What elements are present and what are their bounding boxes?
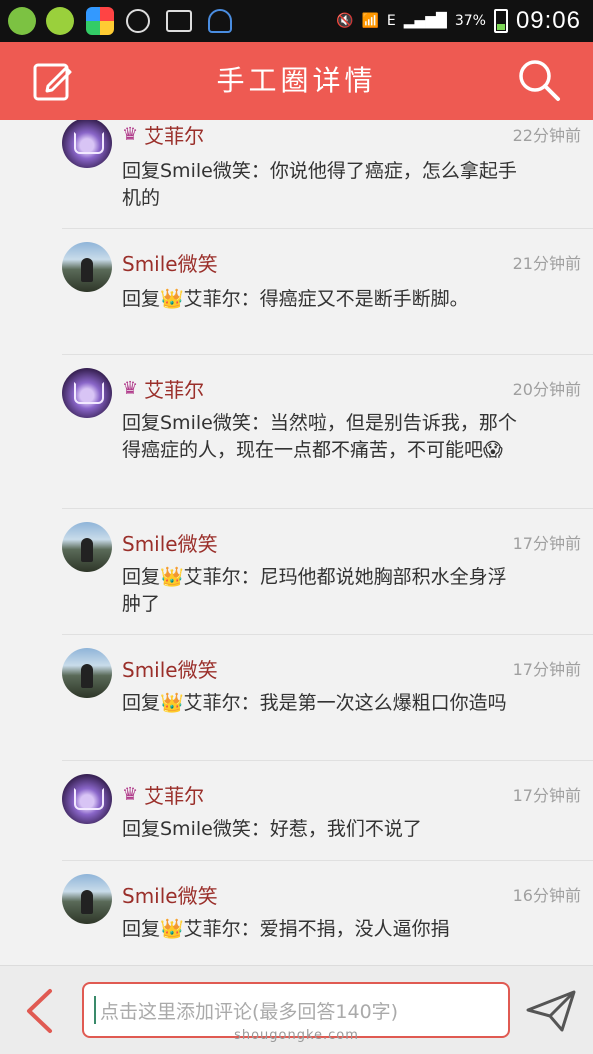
comment-author[interactable]: Smile微笑 [122, 248, 218, 277]
colorful-app-icon [86, 7, 114, 35]
app-header: 手工圈详情 [0, 42, 593, 120]
comment-text: 回复👑艾菲尔：得癌症又不是断手断脚。 [122, 288, 469, 310]
avatar[interactable] [62, 774, 112, 824]
comment-time: 17分钟前 [512, 534, 581, 553]
music-app-icon [46, 7, 74, 35]
wifi-icon: 📶 [361, 13, 379, 29]
comment-author[interactable]: ♛ 艾菲尔 [122, 780, 204, 809]
avatar[interactable] [62, 522, 112, 572]
avatar[interactable] [62, 648, 112, 698]
comment-item: Smile微笑 21分钟前 回复👑艾菲尔：得癌症又不是断手断脚。 [0, 228, 593, 356]
network-type: E [386, 13, 396, 29]
avatar[interactable] [62, 368, 112, 418]
comment-placeholder: 点击这里添加评论(最多回答140字) [100, 1000, 399, 1023]
comment-text: 回复👑艾菲尔：尼玛他都说她胸部积水全身浮肿了 [122, 566, 507, 615]
comment-text: 回复Smile微笑：你说他得了癌症，怎么拿起手机的 [122, 160, 517, 209]
comment-item: ♛ 艾菲尔 22分钟前 回复Smile微笑：你说他得了癌症，怎么拿起手机的 [0, 120, 593, 230]
plus-app-icon [8, 7, 36, 35]
headset-icon [208, 9, 232, 33]
comment-item: ♛ 艾菲尔 20分钟前 回复Smile微笑：当然啦，但是别告诉我，那个得癌症的人，… [0, 354, 593, 510]
comment-time: 17分钟前 [512, 660, 581, 679]
comment-author[interactable]: Smile微笑 [122, 880, 218, 909]
comment-time: 21分钟前 [512, 254, 581, 273]
crown-icon: ♛ [122, 784, 139, 805]
face-icon [126, 9, 150, 33]
page-title: 手工圈详情 [216, 64, 377, 97]
comment-author[interactable]: Smile微笑 [122, 528, 218, 557]
crown-icon: ♛ [122, 124, 139, 145]
comment-text: 回复Smile微笑：好惹，我们不说了 [122, 818, 422, 840]
comment-time: 16分钟前 [512, 886, 581, 905]
search-icon[interactable] [517, 58, 561, 102]
battery-icon [493, 9, 508, 33]
comment-item: Smile微笑 16分钟前 回复👑艾菲尔：爱捐不捐，没人逼你捐 [0, 860, 593, 965]
send-icon[interactable] [526, 990, 576, 1032]
comment-time: 17分钟前 [512, 786, 581, 805]
comment-author[interactable]: Smile微笑 [122, 654, 218, 683]
mute-icon: 🔇 [336, 13, 354, 29]
comment-item: Smile微笑 17分钟前 回复👑艾菲尔：尼玛他都说她胸部积水全身浮肿了 [0, 508, 593, 636]
avatar[interactable] [62, 120, 112, 168]
comment-item: Smile微笑 17分钟前 回复👑艾菲尔：我是第一次这么爆粗口你造吗 [0, 634, 593, 762]
status-bar: 🔇 📶 E ▂▄▆█ 37% 09:06 [0, 0, 593, 42]
clock: 09:06 [515, 7, 581, 34]
comment-text: 回复👑艾菲尔：爱捐不捐，没人逼你捐 [122, 918, 450, 940]
comment-text: 回复👑艾菲尔：我是第一次这么爆粗口你造吗 [122, 692, 507, 714]
battery-percent: 37% [454, 13, 486, 29]
comment-list[interactable]: ♛ 艾菲尔 22分钟前 回复Smile微笑：你说他得了癌症，怎么拿起手机的 Smi… [0, 120, 593, 965]
comment-time: 20分钟前 [512, 380, 581, 399]
comment-author[interactable]: ♛ 艾菲尔 [122, 374, 204, 403]
comment-item: ♛ 艾菲尔 17分钟前 回复Smile微笑：好惹，我们不说了 [0, 760, 593, 862]
watermark: shougongke.com [234, 1028, 359, 1043]
crown-icon: ♛ [122, 378, 139, 399]
comment-author[interactable]: ♛ 艾菲尔 [122, 120, 204, 149]
signal-icon: ▂▄▆█ [403, 13, 447, 29]
comment-time: 22分钟前 [512, 126, 581, 145]
avatar[interactable] [62, 242, 112, 292]
image-icon [166, 10, 192, 32]
comment-text: 回复Smile微笑：当然啦，但是别告诉我，那个得癌症的人，现在一点都不痛苦，不可… [122, 412, 517, 461]
avatar[interactable] [62, 874, 112, 924]
